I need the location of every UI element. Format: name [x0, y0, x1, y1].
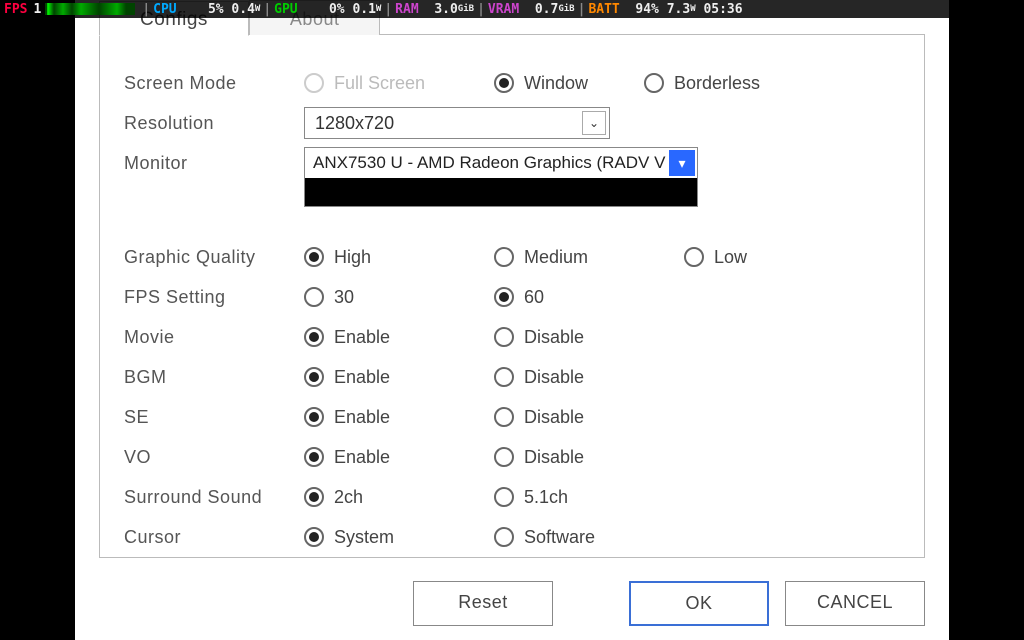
label-bgm: BGM: [124, 367, 304, 388]
radio-icon: [494, 447, 514, 467]
label-screen-mode: Screen Mode: [124, 73, 304, 94]
overlay-gpu-pct: 0%: [329, 2, 345, 17]
radio-30fps[interactable]: 30: [304, 287, 494, 308]
radio-icon: [494, 487, 514, 507]
radio-se-disable[interactable]: Disable: [494, 407, 684, 428]
overlay-ram-label: RAM: [395, 2, 418, 17]
radio-icon: [494, 247, 514, 267]
radio-icon: [304, 327, 324, 347]
radio-vo-enable[interactable]: Enable: [304, 447, 494, 468]
radio-cursor-system[interactable]: System: [304, 527, 494, 548]
performance-overlay: FPS 1 | CPU 5% 0.4W | GPU 0% 0.1W | RAM …: [0, 0, 1024, 18]
chevron-down-icon: ⌄: [582, 111, 606, 135]
label-surround: Surround Sound: [124, 487, 304, 508]
radio-borderless[interactable]: Borderless: [644, 73, 834, 94]
radio-se-enable[interactable]: Enable: [304, 407, 494, 428]
radio-icon: [494, 287, 514, 307]
overlay-fps-value: 1: [33, 2, 41, 17]
radio-51ch[interactable]: 5.1ch: [494, 487, 684, 508]
label-resolution: Resolution: [124, 113, 304, 134]
config-panel: Screen Mode Full Screen Window Borderles…: [99, 34, 925, 558]
overlay-cpu-watts: 0.4: [231, 2, 254, 17]
radio-icon: [494, 407, 514, 427]
radio-icon: [494, 527, 514, 547]
monitor-dropdown-list[interactable]: [305, 178, 697, 206]
radio-icon: [304, 287, 324, 307]
resolution-value: 1280x720: [315, 113, 394, 134]
overlay-gpu-watts: 0.1: [352, 2, 375, 17]
label-cursor: Cursor: [124, 527, 304, 548]
radio-icon: [304, 487, 324, 507]
overlay-batt-label: BATT: [588, 2, 619, 17]
resolution-dropdown[interactable]: 1280x720 ⌄: [304, 107, 610, 139]
config-window: Configs About Screen Mode Full Screen Wi…: [75, 0, 949, 640]
label-monitor: Monitor: [124, 147, 304, 174]
cancel-button[interactable]: CANCEL: [785, 581, 925, 626]
overlay-vram-label: VRAM: [488, 2, 519, 17]
radio-vo-disable[interactable]: Disable: [494, 447, 684, 468]
dialog-footer: Reset OK CANCEL: [75, 581, 949, 626]
overlay-graph: [45, 3, 135, 15]
overlay-batt-watts: 7.3: [667, 2, 690, 17]
radio-movie-enable[interactable]: Enable: [304, 327, 494, 348]
radio-window[interactable]: Window: [494, 73, 644, 94]
radio-icon: [304, 447, 324, 467]
radio-icon: [304, 247, 324, 267]
overlay-ram-value: 3.0: [434, 2, 457, 17]
radio-low[interactable]: Low: [684, 247, 874, 268]
radio-icon: [494, 73, 514, 93]
radio-icon: [644, 73, 664, 93]
overlay-batt-pct: 94%: [635, 2, 658, 17]
overlay-vram-value: 0.7: [535, 2, 558, 17]
reset-button[interactable]: Reset: [413, 581, 553, 626]
chevron-down-icon[interactable]: ▾: [669, 150, 695, 176]
radio-bgm-disable[interactable]: Disable: [494, 367, 684, 388]
label-fps-setting: FPS Setting: [124, 287, 304, 308]
label-vo: VO: [124, 447, 304, 468]
radio-icon: [304, 407, 324, 427]
radio-2ch[interactable]: 2ch: [304, 487, 494, 508]
monitor-value: ANX7530 U - AMD Radeon Graphics (RADV V: [313, 153, 665, 173]
monitor-dropdown[interactable]: ANX7530 U - AMD Radeon Graphics (RADV V …: [304, 147, 698, 207]
radio-high[interactable]: High: [304, 247, 494, 268]
radio-icon: [304, 367, 324, 387]
overlay-cpu-label: CPU: [153, 2, 176, 17]
ok-button[interactable]: OK: [629, 581, 769, 626]
radio-cursor-software[interactable]: Software: [494, 527, 684, 548]
radio-icon: [304, 527, 324, 547]
label-se: SE: [124, 407, 304, 428]
radio-icon: [684, 247, 704, 267]
radio-bgm-enable[interactable]: Enable: [304, 367, 494, 388]
label-movie: Movie: [124, 327, 304, 348]
radio-icon: [494, 327, 514, 347]
overlay-fps-label: FPS: [4, 2, 27, 17]
overlay-time: 05:36: [703, 2, 742, 17]
radio-full-screen: Full Screen: [304, 73, 494, 94]
radio-icon: [304, 73, 324, 93]
radio-60fps[interactable]: 60: [494, 287, 684, 308]
overlay-cpu-pct: 5%: [208, 2, 224, 17]
label-graphic-quality: Graphic Quality: [124, 247, 304, 268]
radio-medium[interactable]: Medium: [494, 247, 684, 268]
radio-movie-disable[interactable]: Disable: [494, 327, 684, 348]
radio-icon: [494, 367, 514, 387]
overlay-gpu-label: GPU: [274, 2, 297, 17]
